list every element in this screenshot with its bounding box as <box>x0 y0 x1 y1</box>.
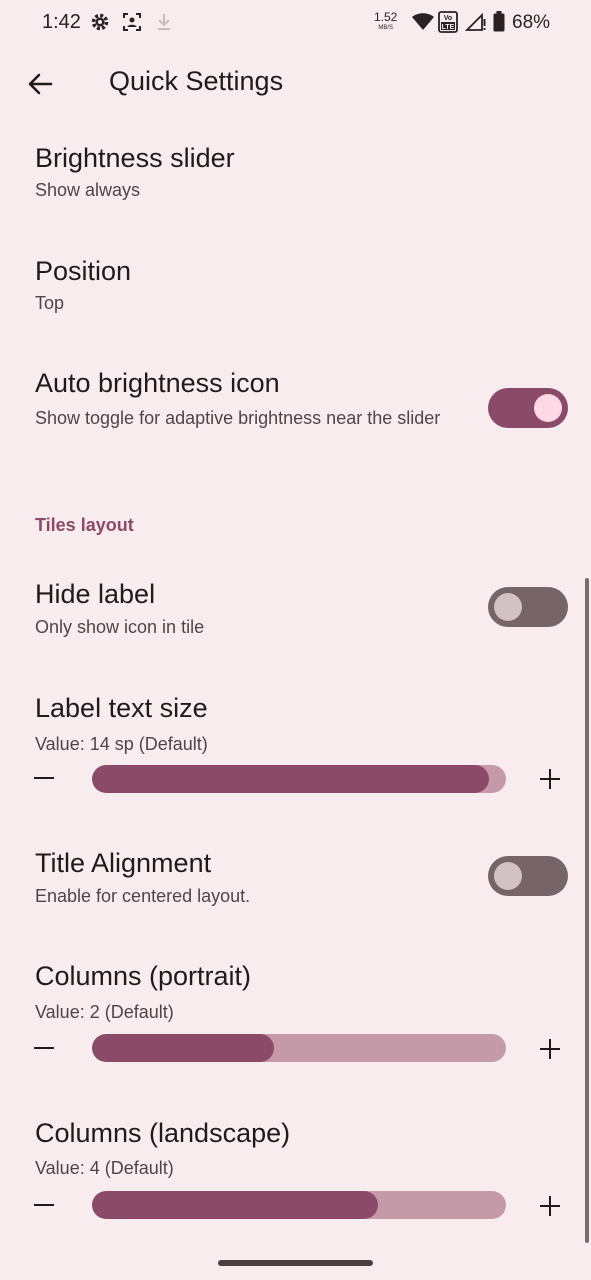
pref-title: Hide label <box>35 579 156 609</box>
toggle-thumb <box>534 394 562 422</box>
pref-hide-label[interactable]: Hide label Only show icon in tile <box>0 566 580 656</box>
screenshot-icon <box>123 13 141 31</box>
network-speed-value: 1.52 <box>374 10 398 24</box>
pref-columns-landscape: Columns (landscape) Value: 4 (Default) <box>0 1105 580 1235</box>
pref-title: Brightness slider <box>35 143 235 173</box>
battery-percentage: 68% <box>512 12 551 33</box>
decrease-icon[interactable] <box>34 777 54 779</box>
columns-portrait-slider[interactable] <box>92 1034 506 1062</box>
network-speed-unit: MB/S <box>378 25 394 31</box>
pref-brightness-slider[interactable]: Brightness slider Show always <box>0 130 580 220</box>
pref-position[interactable]: Position Top <box>0 243 580 333</box>
pref-label-text-size: Label text size Value: 14 sp (Default) <box>0 680 580 810</box>
pref-summary: Show always <box>35 180 141 200</box>
pref-title: Label text size <box>35 693 208 723</box>
pref-summary: Value: 2 (Default) <box>35 1002 174 1022</box>
pref-auto-brightness-icon[interactable]: Auto brightness icon Show toggle for ada… <box>0 356 580 466</box>
scrollbar[interactable] <box>585 578 589 1243</box>
increase-icon[interactable] <box>540 769 560 789</box>
auto-brightness-toggle[interactable] <box>488 388 568 428</box>
pref-summary: Show toggle for adaptive brightness near… <box>35 408 441 428</box>
label-text-size-slider[interactable] <box>92 765 506 793</box>
download-icon <box>158 14 170 30</box>
pref-summary: Enable for centered layout. <box>35 886 251 906</box>
title-alignment-toggle[interactable] <box>488 856 568 896</box>
gesture-navigation-bar[interactable] <box>218 1260 373 1266</box>
wifi-icon <box>412 13 434 30</box>
toggle-thumb <box>494 593 522 621</box>
pref-summary: Only show icon in tile <box>35 617 205 637</box>
svg-text:Vo: Vo <box>444 15 452 22</box>
slider-fill <box>92 1034 275 1062</box>
signal-icon <box>465 13 486 31</box>
network-speed: 1.52 MB/S <box>374 10 398 34</box>
pref-title: Title Alignment <box>35 848 212 878</box>
toggle-thumb <box>494 862 522 890</box>
increase-icon[interactable] <box>540 1196 560 1216</box>
arrow-back-icon[interactable] <box>26 70 54 98</box>
pref-title: Auto brightness icon <box>35 368 280 398</box>
columns-landscape-slider[interactable] <box>92 1191 506 1219</box>
page-title: Quick Settings <box>109 66 284 96</box>
status-time: 1:42 <box>42 11 81 33</box>
svg-text:LTE: LTE <box>442 24 455 31</box>
pref-title: Position <box>35 256 132 286</box>
pref-columns-portrait: Columns (portrait) Value: 2 (Default) <box>0 948 580 1078</box>
section-header-tiles-layout: Tiles layout <box>35 515 134 535</box>
slider-fill <box>92 1191 378 1219</box>
decrease-icon[interactable] <box>34 1047 54 1049</box>
pref-summary: Value: 4 (Default) <box>35 1158 174 1178</box>
pref-summary: Top <box>35 293 65 313</box>
pref-summary: Value: 14 sp (Default) <box>35 734 208 754</box>
pref-title-alignment[interactable]: Title Alignment Enable for centered layo… <box>0 835 580 925</box>
gear-icon <box>91 13 109 31</box>
pref-title: Columns (landscape) <box>35 1118 291 1148</box>
decrease-icon[interactable] <box>34 1204 54 1206</box>
pref-title: Columns (portrait) <box>35 961 252 991</box>
volte-icon: Vo LTE <box>438 11 458 33</box>
slider-fill <box>92 765 490 793</box>
increase-icon[interactable] <box>540 1039 560 1059</box>
battery-icon <box>493 11 505 32</box>
hide-label-toggle[interactable] <box>488 587 568 627</box>
